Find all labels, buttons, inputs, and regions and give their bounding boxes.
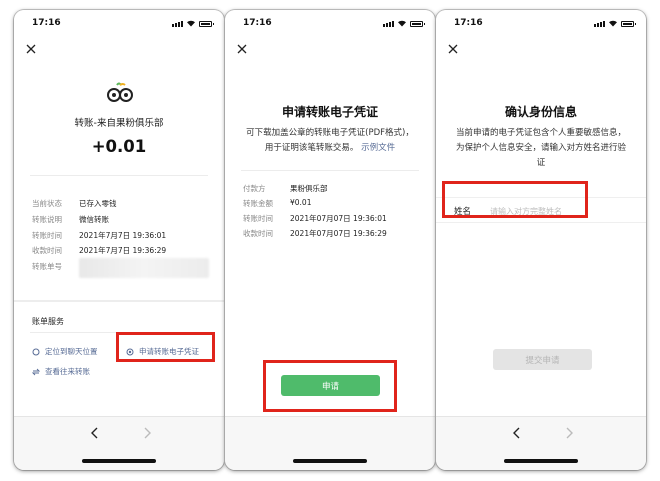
home-indicator [82, 459, 156, 463]
status-bar: 17:16 [436, 10, 646, 36]
status-time: 17:16 [32, 18, 61, 28]
locate-chat-link[interactable]: 定位到聊天位置 [32, 346, 98, 357]
highlight-box [263, 360, 397, 412]
screen-confirm-identity: 17:16 确认身份信息 当前申请的电子凭证包含个人重要敏感信息，为保护个人信息… [436, 10, 646, 470]
example-file-link[interactable]: 示例文件 [361, 143, 395, 153]
battery-icon [621, 21, 636, 27]
circle-icon [32, 348, 40, 355]
divider [241, 170, 419, 171]
home-indicator [293, 459, 367, 463]
status-value: 已存入零钱 [79, 199, 117, 208]
home-indicator [504, 459, 578, 463]
services-title: 账单服务 [32, 317, 64, 326]
browser-nav-bar [225, 416, 435, 470]
merchant-logo [107, 82, 133, 102]
browser-nav-bar [14, 416, 224, 470]
amount-label: 转账金额 [243, 199, 273, 208]
transfer-id-label: 转账单号 [32, 262, 62, 271]
screen-apply-voucher: 17:16 申请转账电子凭证 可下载加盖公章的转账电子凭证(PDF格式)，用于证… [225, 10, 435, 470]
receive-time-label: 收款时间 [243, 229, 273, 238]
close-button[interactable] [447, 40, 459, 54]
receive-time-value: 2021年7月7日 19:36:29 [79, 246, 167, 255]
page-title: 申请转账电子凭证 [281, 105, 378, 119]
back-arrow-icon[interactable] [88, 426, 102, 440]
divider [30, 175, 208, 176]
page-title: 确认身份信息 [504, 105, 577, 119]
forward-arrow-icon[interactable] [140, 426, 154, 440]
status-time: 17:16 [454, 18, 483, 28]
transfer-time-label: 转账时间 [243, 214, 273, 223]
status-time: 17:16 [243, 18, 272, 28]
wifi-icon [609, 20, 617, 27]
highlight-box [116, 332, 215, 362]
submit-button[interactable]: 提交申请 [493, 349, 592, 370]
close-button[interactable] [25, 40, 37, 54]
cellular-signal-icon [383, 21, 394, 27]
history-label: 查看往来转账 [45, 367, 90, 376]
transfer-time-value: 2021年7月7日 19:36:01 [79, 231, 167, 240]
status-bar: 17:16 [14, 10, 224, 36]
cellular-signal-icon [172, 21, 183, 27]
payer-value: 果粉俱乐部 [290, 184, 328, 193]
wifi-icon [398, 20, 406, 27]
highlight-box [442, 181, 588, 218]
transfer-time-label: 转账时间 [32, 231, 62, 240]
wifi-icon [187, 20, 195, 27]
transfer-amount: +0.01 [91, 137, 147, 156]
status-label: 当前状态 [32, 199, 62, 208]
page-description: 当前申请的电子凭证包含个人重要敏感信息，为保护个人信息安全，请输入对方姓名进行验… [456, 128, 627, 168]
battery-icon [199, 21, 214, 27]
close-icon [237, 44, 247, 54]
merchant-label: 转账-来自果粉俱乐部 [74, 118, 164, 129]
history-link[interactable]: 查看往来转账 [32, 366, 90, 377]
page-description: 可下载加盖公章的转账电子凭证(PDF格式)，用于证明该笔转账交易。 示例文件 [245, 126, 415, 156]
battery-icon [410, 21, 425, 27]
transfer-id-redacted [79, 258, 209, 278]
locate-chat-label: 定位到聊天位置 [45, 347, 98, 356]
close-icon [448, 44, 458, 54]
note-label: 转账说明 [32, 215, 62, 224]
transfer-time-value: 2021年07月07日 19:36:01 [290, 214, 387, 223]
note-value: 微信转账 [79, 215, 109, 224]
receive-time-label: 收款时间 [32, 246, 62, 255]
close-button[interactable] [236, 40, 248, 54]
amount-value: ¥0.01 [290, 198, 312, 207]
browser-nav-bar [436, 416, 646, 470]
close-icon [26, 44, 36, 54]
status-bar: 17:16 [225, 10, 435, 36]
payer-label: 付款方 [243, 184, 266, 193]
forward-arrow-icon[interactable] [562, 426, 576, 440]
cellular-signal-icon [594, 21, 605, 27]
swap-arrows-icon [32, 368, 40, 375]
receive-time-value: 2021年07月07日 19:36:29 [290, 229, 387, 238]
screen-transfer-details: 17:16 转账-来自果粉俱乐部 +0.01 当前状态 已存入零钱 转账说明 微… [14, 10, 224, 470]
back-arrow-icon[interactable] [510, 426, 524, 440]
